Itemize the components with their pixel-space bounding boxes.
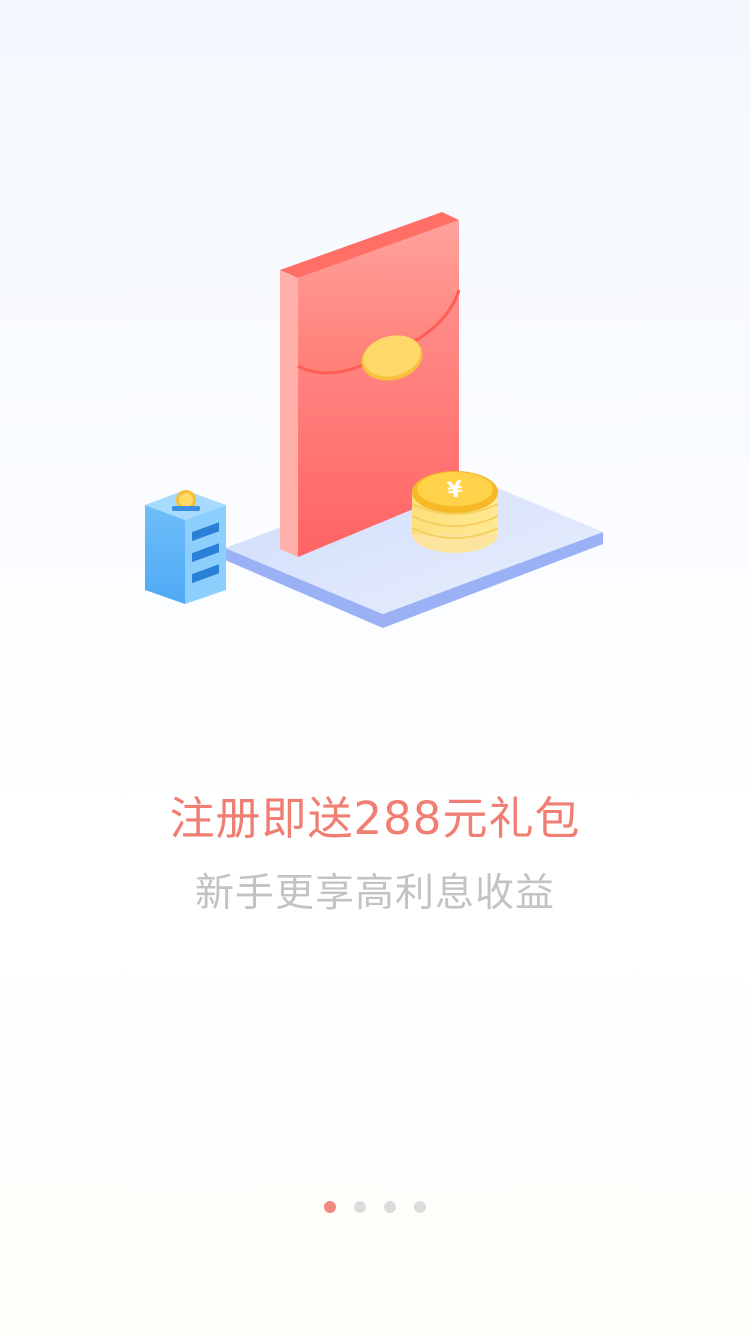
savings-box <box>145 490 226 604</box>
page-dot-1[interactable] <box>324 1201 336 1213</box>
coin-stack: ¥ <box>411 471 499 553</box>
page-dot-3[interactable] <box>384 1201 396 1213</box>
page-dot-2[interactable] <box>354 1201 366 1213</box>
page-dot-4[interactable] <box>414 1201 426 1213</box>
subheadline: 新手更享高利息收益 <box>194 871 555 916</box>
page-indicator <box>0 1201 750 1215</box>
headline: 注册即送288元礼包 <box>169 792 581 845</box>
red-envelope-illustration: ¥ <box>145 212 603 628</box>
